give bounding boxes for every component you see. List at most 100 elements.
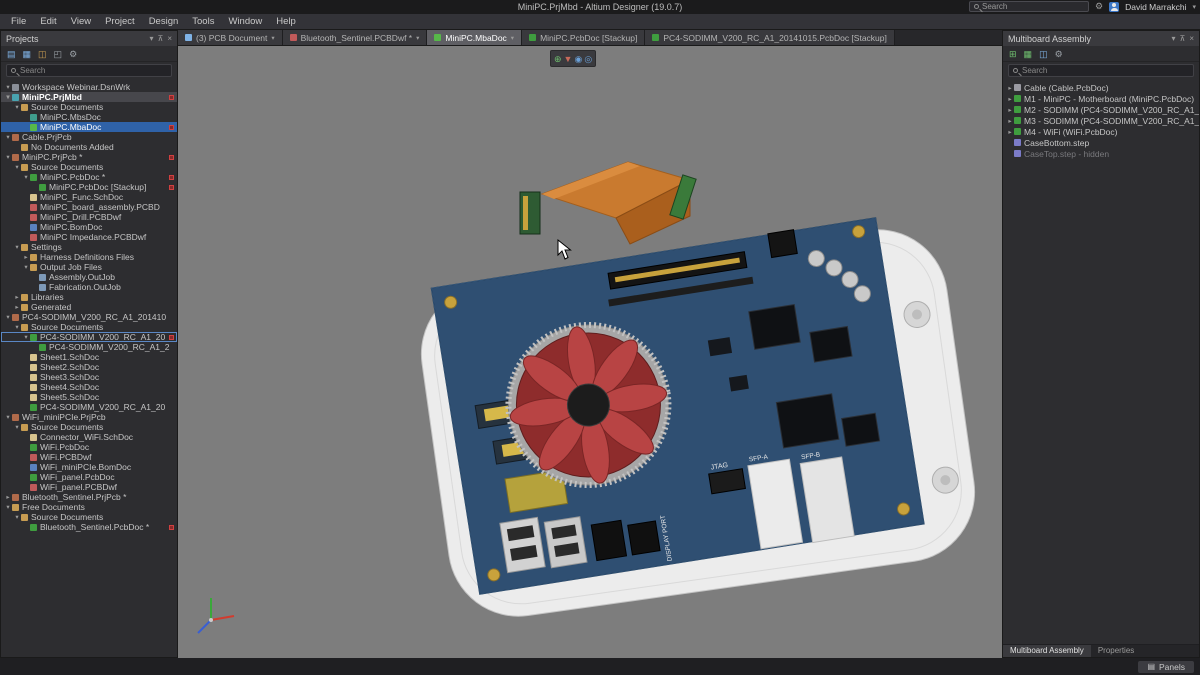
twisty-icon[interactable]: ▾ — [4, 133, 12, 141]
3d-viewport[interactable]: ⊕▼◉◎ — [178, 46, 1002, 658]
tree-item[interactable]: ▾Source Documents — [1, 512, 177, 522]
tree-item[interactable]: ▸Bluetooth_Sentinel.PrjPcb * — [1, 492, 177, 502]
twisty-icon[interactable]: ▸ — [4, 493, 12, 501]
document-tab[interactable]: (3) PCB Document▾ — [178, 30, 283, 45]
tree-item[interactable]: ▾Source Documents — [1, 422, 177, 432]
twisty-icon[interactable]: ▸ — [1006, 95, 1014, 103]
tree-item[interactable]: WiFi_panel.PCBDwf — [1, 482, 177, 492]
pin-icon[interactable]: ⊼ — [157, 34, 163, 43]
tree-item[interactable]: Sheet1.SchDoc — [1, 352, 177, 362]
tree-item[interactable]: ▸Harness Definitions Files — [1, 252, 177, 262]
twisty-icon[interactable]: ▾ — [4, 153, 12, 161]
move-icon[interactable]: ⊕ — [554, 52, 562, 66]
tree-item[interactable]: MiniPC Impedance.PCBDwf — [1, 232, 177, 242]
twisty-icon[interactable]: ▾ — [13, 513, 21, 521]
tree-item[interactable]: Fabrication.OutJob — [1, 282, 177, 292]
twisty-icon[interactable]: ▾ — [4, 93, 12, 101]
open-folder-icon[interactable]: ◫ — [38, 47, 47, 61]
view-sphere-icon[interactable]: ◉ — [574, 52, 582, 66]
view-sphere2-icon[interactable]: ◎ — [584, 52, 592, 66]
tree-item[interactable]: ▾Cable.PrjPcb — [1, 132, 177, 142]
tree-item[interactable]: MiniPC_Func.SchDoc — [1, 192, 177, 202]
tree-item[interactable]: ▾PC4-SODIMM_V200_RC_A1_201410 — [1, 312, 177, 322]
menu-item-help[interactable]: Help — [269, 14, 303, 30]
board-icon[interactable]: ▦ — [1024, 47, 1033, 61]
menu-item-file[interactable]: File — [4, 14, 33, 30]
menu-item-tools[interactable]: Tools — [185, 14, 221, 30]
twisty-icon[interactable]: ▾ — [4, 83, 12, 91]
panel-footer-tab[interactable]: Multiboard Assembly — [1003, 645, 1091, 657]
tree-item[interactable]: PC4-SODIMM_V200_RC_A1_2 — [1, 342, 177, 352]
menu-item-window[interactable]: Window — [221, 14, 269, 30]
twisty-icon[interactable]: ▾ — [4, 503, 12, 511]
tree-item[interactable]: MiniPC.PcbDoc [Stackup] — [1, 182, 177, 192]
tree-item[interactable]: CaseBottom.step — [1003, 137, 1199, 148]
tree-item[interactable]: ▾Source Documents — [1, 322, 177, 332]
tree-item[interactable]: WiFi.PcbDoc — [1, 442, 177, 452]
tree-item[interactable]: MiniPC.MbsDoc — [1, 112, 177, 122]
twisty-icon[interactable]: ▸ — [1006, 128, 1014, 136]
tree-item[interactable]: ▾Output Job Files — [1, 262, 177, 272]
chevron-down-icon[interactable]: ▾ — [511, 34, 514, 42]
twisty-icon[interactable]: ▾ — [22, 333, 30, 341]
twisty-icon[interactable]: ▾ — [4, 313, 12, 321]
tree-item[interactable]: CaseTop.step - hidden — [1003, 148, 1199, 159]
mask-icon[interactable]: ▼ — [564, 52, 573, 66]
close-icon[interactable]: × — [1189, 34, 1194, 43]
tree-item[interactable]: ▸M3 - SODIMM (PC4-SODIMM_V200_RC_A1_2014 — [1003, 115, 1199, 126]
add-icon[interactable]: ⊞ — [1009, 47, 1017, 61]
multiboard-search-input[interactable]: Search — [1008, 64, 1194, 77]
documents-icon[interactable]: ▤ — [7, 47, 16, 61]
tree-item[interactable]: ▾PC4-SODIMM_V200_RC_A1_20 — [1, 332, 177, 342]
tree-item[interactable]: WiFi_miniPCIe.BomDoc — [1, 462, 177, 472]
tree-item[interactable]: MiniPC_board_assembly.PCBD — [1, 202, 177, 212]
menu-item-edit[interactable]: Edit — [33, 14, 63, 30]
twisty-icon[interactable]: ▾ — [22, 173, 30, 181]
tree-item[interactable]: Assembly.OutJob — [1, 272, 177, 282]
twisty-icon[interactable]: ▸ — [1006, 106, 1014, 114]
tree-item[interactable]: ▸Cable (Cable.PcbDoc) — [1003, 82, 1199, 93]
tree-item[interactable]: PC4-SODIMM_V200_RC_A1_20 — [1, 402, 177, 412]
menu-item-project[interactable]: Project — [98, 14, 142, 30]
chevron-down-icon[interactable]: ▾ — [271, 34, 274, 42]
tree-item[interactable]: WiFi_panel.PcbDoc — [1, 472, 177, 482]
layout-icon[interactable]: ◰ — [54, 47, 63, 61]
twisty-icon[interactable]: ▾ — [22, 263, 30, 271]
tree-item[interactable]: MiniPC.MbaDoc — [1, 122, 177, 132]
tree-item[interactable]: ▾MiniPC.PcbDoc * — [1, 172, 177, 182]
tree-item[interactable]: ▾MiniPC.PrjPcb * — [1, 152, 177, 162]
tree-item[interactable]: ▸Libraries — [1, 292, 177, 302]
menu-item-design[interactable]: Design — [142, 14, 186, 30]
tree-item[interactable]: ▸M4 - WiFi (WiFi.PcbDoc) — [1003, 126, 1199, 137]
twisty-icon[interactable]: ▾ — [13, 103, 21, 111]
tree-item[interactable]: Bluetooth_Sentinel.PcbDoc * — [1, 522, 177, 532]
twisty-icon[interactable]: ▾ — [4, 413, 12, 421]
twisty-icon[interactable]: ▾ — [13, 163, 21, 171]
settings-icon[interactable]: ⚙ — [69, 47, 77, 61]
flex-cable[interactable] — [520, 162, 696, 244]
tree-item[interactable]: WiFi.PCBDwf — [1, 452, 177, 462]
twisty-icon[interactable]: ▸ — [1006, 117, 1014, 125]
tree-item[interactable]: MiniPC_Drill.PCBDwf — [1, 212, 177, 222]
panel-footer-tab[interactable]: Properties — [1091, 645, 1141, 657]
twisty-icon[interactable]: ▸ — [22, 253, 30, 261]
chevron-down-icon[interactable]: ▾ — [149, 34, 153, 43]
tree-item[interactable]: ▸M1 - MiniPC - Motherboard (MiniPC.PcbDo… — [1003, 93, 1199, 104]
twisty-icon[interactable]: ▾ — [13, 323, 21, 331]
tree-item[interactable]: ▸Generated — [1, 302, 177, 312]
gear-icon[interactable]: ⚙ — [1095, 1, 1103, 12]
twisty-icon[interactable]: ▸ — [13, 293, 21, 301]
document-tab[interactable]: PC4-SODIMM_V200_RC_A1_20141015.PcbDoc [S… — [645, 30, 894, 45]
tree-item[interactable]: ▾Settings — [1, 242, 177, 252]
tree-item[interactable]: Sheet4.SchDoc — [1, 382, 177, 392]
tree-item[interactable]: ▾WiFi_miniPCIe.PrjPcb — [1, 412, 177, 422]
tree-item[interactable]: ▾Free Documents — [1, 502, 177, 512]
tree-item[interactable]: ▾Workspace Webinar.DsnWrk — [1, 82, 177, 92]
layers-icon[interactable]: ◫ — [1039, 47, 1048, 61]
document-tab[interactable]: MiniPC.MbaDoc▾ — [427, 30, 522, 45]
projects-search-input[interactable]: Search — [6, 64, 172, 77]
tree-item[interactable]: ▾MiniPC.PrjMbd — [1, 92, 177, 102]
chevron-down-icon[interactable]: ▾ — [416, 34, 419, 42]
avatar[interactable] — [1109, 2, 1119, 12]
tree-item[interactable]: Sheet5.SchDoc — [1, 392, 177, 402]
